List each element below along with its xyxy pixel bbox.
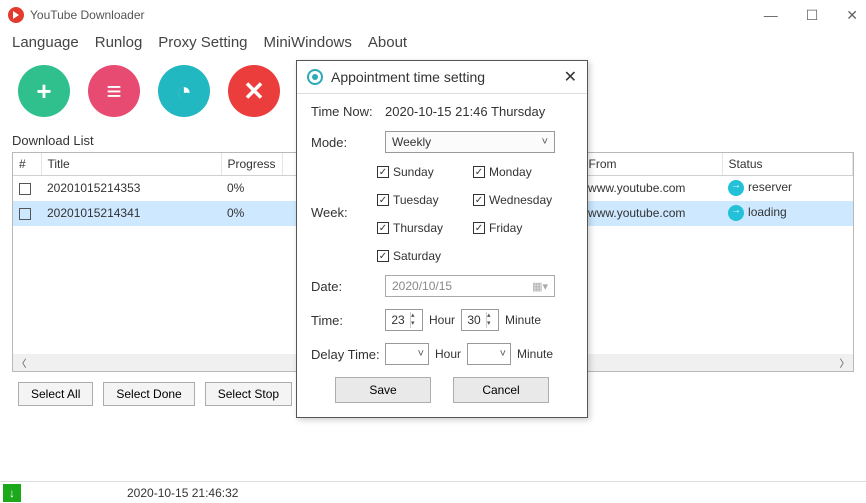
select-done-button[interactable]: Select Done bbox=[103, 382, 194, 406]
cell-from: www.youtube.com bbox=[582, 201, 722, 226]
status-bar: ↓ 2020-10-15 21:46:32 bbox=[0, 481, 866, 503]
add-button[interactable]: + bbox=[18, 65, 70, 117]
col-progress[interactable]: Progress bbox=[221, 153, 282, 176]
menu-language[interactable]: Language bbox=[12, 34, 79, 51]
col-num[interactable]: # bbox=[13, 153, 41, 176]
week-checkbox-grid: ✓Sunday ✓Monday ✓Tuesday ✓Wednesday ✓Thu… bbox=[377, 165, 573, 263]
calendar-icon: ▦▾ bbox=[532, 280, 548, 293]
status-icon bbox=[728, 205, 744, 221]
delay-hour-select[interactable]: ˅ bbox=[385, 343, 429, 365]
chk-saturday[interactable]: ✓Saturday bbox=[377, 249, 467, 263]
minute-spinner[interactable]: 30▴▾ bbox=[461, 309, 499, 331]
delay-minute-select[interactable]: ˅ bbox=[467, 343, 511, 365]
select-stop-button[interactable]: Select Stop bbox=[205, 382, 292, 406]
chk-tuesday[interactable]: ✓Tuesday bbox=[377, 193, 467, 207]
dialog-icon bbox=[307, 69, 323, 85]
chk-thursday[interactable]: ✓Thursday bbox=[377, 221, 467, 235]
maximize-button[interactable]: ☐ bbox=[806, 7, 819, 24]
appointment-dialog: Appointment time setting ✕ Time Now: 202… bbox=[296, 60, 588, 418]
chk-wednesday[interactable]: ✓Wednesday bbox=[473, 193, 573, 207]
label-mode: Mode: bbox=[311, 135, 385, 150]
app-icon bbox=[8, 7, 24, 23]
label-delay: Delay Time: bbox=[311, 347, 385, 362]
chk-friday[interactable]: ✓Friday bbox=[473, 221, 573, 235]
download-indicator-icon: ↓ bbox=[3, 484, 21, 502]
cell-progress: 0% bbox=[221, 176, 282, 201]
dialog-close-button[interactable]: ✕ bbox=[564, 67, 577, 87]
menu-proxy[interactable]: Proxy Setting bbox=[158, 34, 247, 51]
label-time-now: Time Now: bbox=[311, 104, 385, 119]
cell-title: 20201015214353 bbox=[41, 176, 221, 201]
chk-sunday[interactable]: ✓Sunday bbox=[377, 165, 467, 179]
status-icon bbox=[728, 180, 744, 196]
label-date: Date: bbox=[311, 279, 385, 294]
label-time: Time: bbox=[311, 313, 385, 328]
close-window-button[interactable]: ✕ bbox=[846, 7, 858, 24]
row-checkbox[interactable] bbox=[19, 208, 31, 220]
title-bar: YouTube Downloader — ☐ ✕ bbox=[0, 0, 866, 30]
menu-miniwindows[interactable]: MiniWindows bbox=[264, 34, 352, 51]
menu-bar: Language Runlog Proxy Setting MiniWindow… bbox=[0, 30, 866, 57]
dialog-title: Appointment time setting bbox=[331, 69, 485, 85]
hour-spinner[interactable]: 23▴▾ bbox=[385, 309, 423, 331]
row-checkbox[interactable] bbox=[19, 183, 31, 195]
select-all-button[interactable]: Select All bbox=[18, 382, 93, 406]
col-title[interactable]: Title bbox=[41, 153, 221, 176]
scroll-right-icon[interactable]: 〉 bbox=[836, 354, 853, 371]
label-week: Week: bbox=[311, 165, 377, 220]
menu-runlog[interactable]: Runlog bbox=[95, 34, 143, 51]
app-title: YouTube Downloader bbox=[30, 8, 145, 22]
cancel-button[interactable]: Cancel bbox=[453, 377, 549, 403]
list-button[interactable]: ≡ bbox=[88, 65, 140, 117]
cell-from: www.youtube.com bbox=[582, 176, 722, 201]
menu-about[interactable]: About bbox=[368, 34, 407, 51]
list-icon: ≡ bbox=[106, 76, 121, 107]
value-time-now: 2020-10-15 21:46 Thursday bbox=[385, 104, 573, 119]
status-timestamp: 2020-10-15 21:46:32 bbox=[127, 486, 238, 500]
schedule-button[interactable]: ◔ bbox=[158, 65, 210, 117]
scroll-left-icon[interactable]: 〈 bbox=[13, 354, 30, 371]
mode-select[interactable]: Weekly bbox=[385, 131, 555, 153]
cell-progress: 0% bbox=[221, 201, 282, 226]
date-input[interactable]: 2020/10/15 ▦▾ bbox=[385, 275, 555, 297]
minimize-button[interactable]: — bbox=[764, 7, 778, 24]
col-from[interactable]: From bbox=[582, 153, 722, 176]
cell-status: loading bbox=[748, 205, 787, 219]
clock-icon: ◔ bbox=[176, 76, 192, 107]
stop-button[interactable]: ✕ bbox=[228, 65, 280, 117]
cell-title: 20201015214341 bbox=[41, 201, 221, 226]
save-button[interactable]: Save bbox=[335, 377, 431, 403]
chk-monday[interactable]: ✓Monday bbox=[473, 165, 573, 179]
cell-status: reserver bbox=[748, 180, 792, 194]
col-status[interactable]: Status bbox=[722, 153, 852, 176]
plus-icon: + bbox=[36, 76, 51, 107]
stop-icon: ✕ bbox=[243, 76, 265, 107]
